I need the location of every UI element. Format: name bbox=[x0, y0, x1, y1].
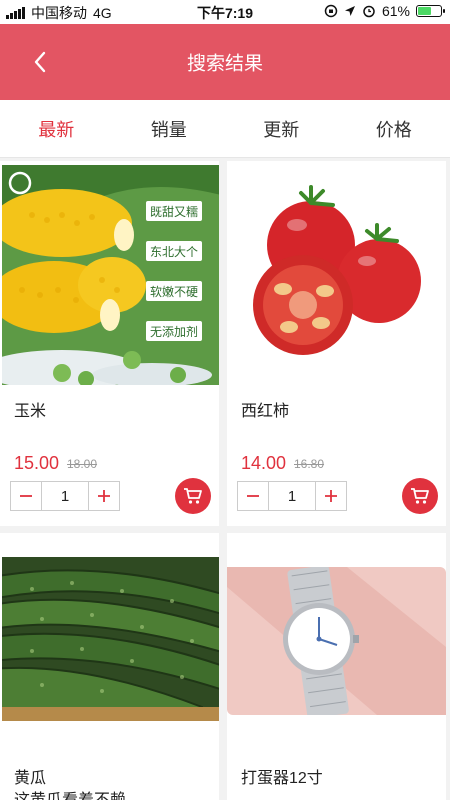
battery-icon bbox=[416, 5, 445, 17]
battery-percent: 61% bbox=[381, 3, 410, 19]
product-card-corn[interactable]: 既甜又糯 东北大个 软嫩不硬 无添加剂 玉米 15.00 18.00 1 bbox=[0, 161, 219, 526]
screen-lock-icon bbox=[324, 4, 338, 18]
tomato-image bbox=[227, 165, 446, 385]
minus-icon bbox=[247, 495, 259, 497]
corn-label-3: 软嫩不硬 bbox=[150, 285, 198, 299]
sort-tabs: 最新 销量 更新 价格 bbox=[0, 100, 450, 158]
product-name: 西红柿 bbox=[241, 403, 290, 420]
product-card-whisk[interactable]: 打蛋器12寸 bbox=[227, 533, 446, 800]
tab-updated[interactable]: 更新 bbox=[225, 100, 338, 157]
product-name: 玉米 bbox=[14, 403, 47, 420]
quantity-value[interactable]: 1 bbox=[41, 482, 89, 510]
add-to-cart-button[interactable] bbox=[175, 478, 211, 514]
quantity-stepper: 1 bbox=[237, 481, 347, 511]
plus-icon bbox=[98, 490, 110, 502]
location-icon bbox=[344, 6, 355, 16]
product-name: 打蛋器12寸 bbox=[241, 770, 323, 787]
tab-latest[interactable]: 最新 bbox=[0, 100, 113, 157]
product-price: 15.00 bbox=[14, 453, 60, 473]
add-to-cart-button[interactable] bbox=[402, 478, 438, 514]
product-card-cucumber[interactable]: 黄瓜 这黄瓜看着不赖 bbox=[0, 533, 219, 800]
alarm-icon bbox=[363, 5, 375, 18]
product-old-price: 16.80 bbox=[294, 457, 325, 471]
status-bar: 中国移动 4G 下午7:19 61% bbox=[0, 0, 450, 24]
decrease-button[interactable] bbox=[238, 482, 268, 510]
corn-label-2: 东北大个 bbox=[150, 245, 198, 259]
product-subtitle: 这黄瓜看着不赖 bbox=[14, 786, 126, 800]
battery-level bbox=[418, 7, 431, 15]
tab-price[interactable]: 价格 bbox=[338, 100, 450, 157]
product-price: 14.00 bbox=[241, 453, 287, 473]
product-old-price: 18.00 bbox=[67, 457, 98, 471]
cart-icon bbox=[411, 488, 429, 504]
cucumber-image bbox=[2, 557, 219, 721]
corn-label-4: 无添加剂 bbox=[150, 324, 198, 339]
decrease-button[interactable] bbox=[11, 482, 41, 510]
product-card-tomato[interactable]: 西红柿 14.00 16.80 1 bbox=[227, 161, 446, 526]
plus-icon bbox=[325, 490, 337, 502]
tab-sales[interactable]: 销量 bbox=[113, 100, 226, 157]
increase-button[interactable] bbox=[316, 482, 346, 510]
quantity-stepper: 1 bbox=[10, 481, 120, 511]
cart-icon bbox=[184, 488, 202, 504]
minus-icon bbox=[20, 495, 32, 497]
page-title: 搜索结果 bbox=[186, 53, 263, 75]
app-header: 搜索结果 bbox=[0, 24, 450, 100]
watch-image bbox=[227, 567, 446, 715]
corn-label-1: 既甜又糯 bbox=[150, 205, 198, 219]
corn-image: 既甜又糯 东北大个 软嫩不硬 无添加剂 bbox=[2, 165, 219, 385]
status-bar-right: 61% bbox=[324, 3, 445, 19]
product-name: 黄瓜 bbox=[14, 770, 47, 787]
increase-button[interactable] bbox=[89, 482, 119, 510]
quantity-value[interactable]: 1 bbox=[268, 482, 316, 510]
